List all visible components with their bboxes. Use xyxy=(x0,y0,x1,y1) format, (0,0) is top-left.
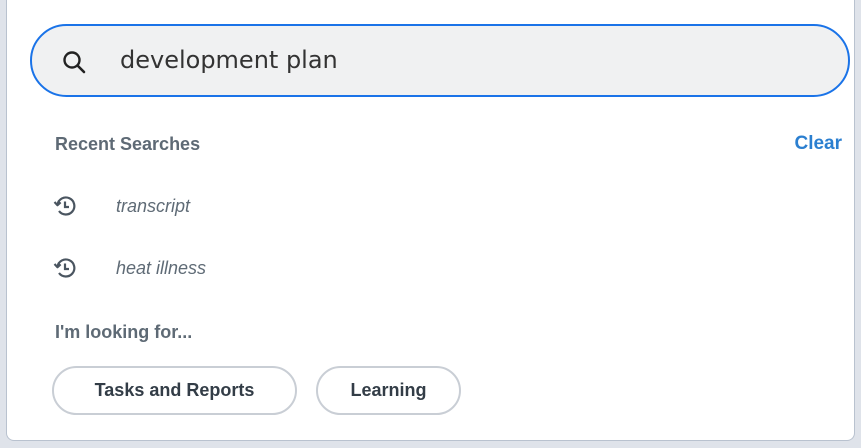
chip-tasks-and-reports[interactable]: Tasks and Reports xyxy=(52,366,297,415)
recent-search-item[interactable]: heat illness xyxy=(51,253,351,283)
search-icon xyxy=(62,50,86,74)
search-dropdown-panel: Recent Searches Clear transcript heat il… xyxy=(6,0,855,441)
recent-search-item[interactable]: transcript xyxy=(51,191,351,221)
recent-searches-heading: Recent Searches xyxy=(55,134,201,154)
clear-recent-link[interactable]: Clear xyxy=(794,133,842,155)
search-box[interactable] xyxy=(30,24,850,97)
search-input[interactable] xyxy=(120,40,820,80)
chip-learning[interactable]: Learning xyxy=(316,366,461,415)
looking-for-heading: I'm looking for... xyxy=(55,322,193,342)
recent-search-label: heat illness xyxy=(116,257,207,278)
recent-search-label: transcript xyxy=(116,195,191,216)
history-icon xyxy=(51,254,79,282)
history-icon xyxy=(51,192,79,220)
